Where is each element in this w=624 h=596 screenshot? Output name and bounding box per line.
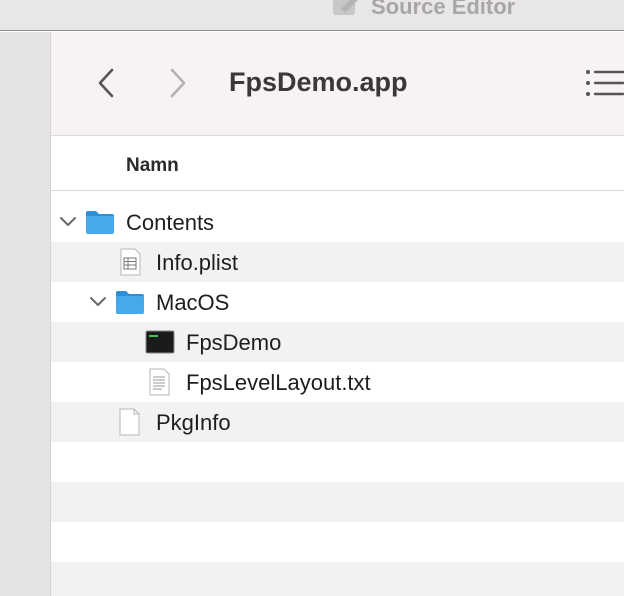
empty-row — [51, 442, 624, 482]
menu-bar-app[interactable]: Source Editor — [331, 0, 515, 23]
text-document-icon — [149, 368, 170, 396]
chevron-right-icon — [170, 68, 186, 98]
plist-document-icon — [120, 248, 141, 276]
file-name: Contents — [126, 210, 215, 235]
file-name: MacOS — [156, 290, 230, 315]
chevron-left-icon — [98, 68, 114, 98]
sidebar — [0, 32, 51, 596]
file-list: Contents Info.plist MacOS FpsDemo FpsLev… — [51, 202, 624, 596]
file-row-fpslevellayout[interactable]: FpsLevelLayout.txt — [51, 362, 624, 402]
file-row-contents[interactable]: Contents — [51, 202, 624, 242]
back-button[interactable] — [91, 65, 121, 101]
menu-bar-title: Source Editor — [371, 0, 516, 19]
file-row-macos[interactable]: MacOS — [51, 282, 624, 322]
list-view-button[interactable] — [583, 68, 624, 98]
file-name: FpsLevelLayout.txt — [186, 370, 371, 395]
disclosure-chevron-down-icon[interactable] — [89, 294, 107, 310]
finder-window: FpsDemo.app Namn Contents Info.plist Mac… — [51, 32, 624, 596]
empty-row — [51, 482, 624, 522]
file-name: Info.plist — [156, 250, 238, 275]
empty-row — [51, 562, 624, 596]
disclosure-chevron-down-icon[interactable] — [59, 214, 77, 230]
source-editor-app-icon — [331, 0, 363, 23]
empty-row — [51, 522, 624, 562]
file-row-fpsdemo[interactable]: FpsDemo — [51, 322, 624, 362]
folder-icon — [116, 291, 144, 314]
file-row-pkginfo[interactable]: PkgInfo — [51, 402, 624, 442]
terminal-executable-icon — [145, 330, 175, 354]
name-column-header[interactable]: Namn — [126, 155, 179, 177]
blank-document-icon — [119, 408, 140, 436]
file-row-info-plist[interactable]: Info.plist — [51, 242, 624, 282]
column-header: Namn — [51, 137, 624, 191]
file-name: FpsDemo — [186, 330, 282, 355]
forward-button[interactable] — [163, 65, 193, 101]
folder-icon — [86, 211, 114, 234]
file-name: PkgInfo — [156, 410, 231, 435]
window-title: FpsDemo.app — [229, 67, 408, 97]
menu-bar: Source Editor — [0, 0, 624, 31]
list-view-icon — [586, 70, 624, 96]
toolbar: FpsDemo.app — [51, 32, 624, 136]
